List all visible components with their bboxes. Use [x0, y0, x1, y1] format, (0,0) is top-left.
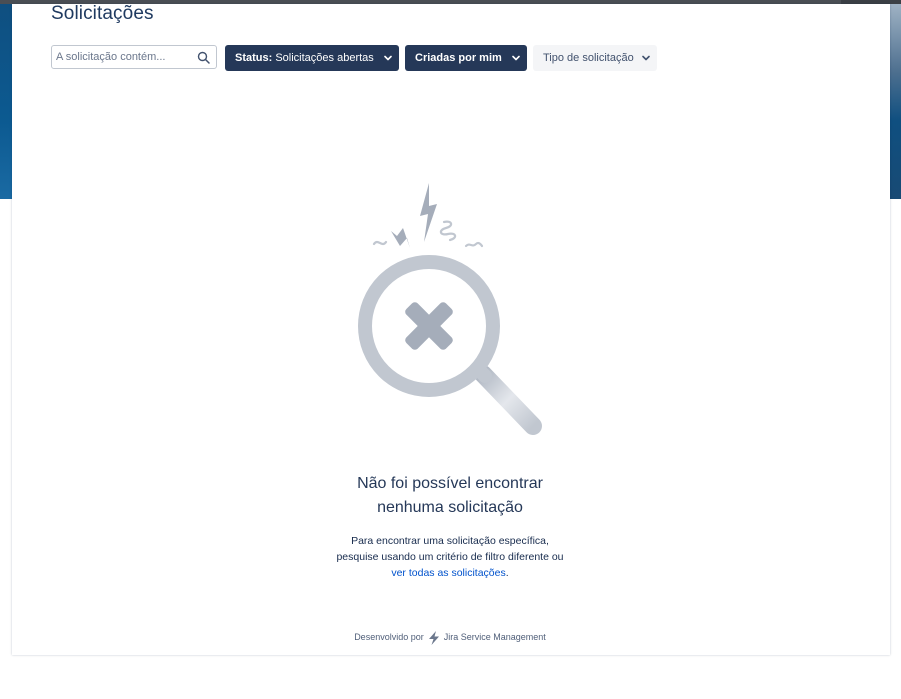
empty-desc-suffix: .	[505, 567, 509, 579]
jira-bolt-icon	[429, 630, 440, 645]
page-bottom	[0, 655, 901, 699]
empty-state-description: Para encontrar uma solicitação específic…	[300, 533, 600, 581]
empty-desc-line2: pesquise usando um critério de filtro di…	[336, 551, 564, 563]
created-by-filter-button[interactable]: Criadas por mim	[405, 45, 527, 71]
powered-by-product: Jira Service Management	[443, 632, 546, 642]
search-input[interactable]	[56, 49, 191, 65]
powered-by-label: Desenvolvido por	[354, 632, 424, 642]
chevron-down-icon	[384, 55, 392, 61]
request-type-filter-button[interactable]: Tipo de solicitação	[533, 45, 657, 71]
empty-desc-line1: Para encontrar uma solicitação específic…	[351, 535, 549, 547]
page-title: Solicitações	[51, 3, 154, 24]
chevron-down-icon	[642, 55, 650, 61]
magnifier-no-results-illustration	[358, 183, 542, 435]
chevron-down-icon	[512, 55, 520, 61]
empty-title-line2: nenhuma solicitação	[377, 499, 523, 516]
powered-by-footer: Desenvolvido por Jira Service Management	[250, 630, 650, 645]
search-icon[interactable]	[197, 51, 210, 64]
empty-state-title: Não foi possível encontrar nenhuma solic…	[270, 472, 630, 520]
request-type-label: Tipo de solicitação	[543, 52, 634, 64]
search-field[interactable]	[51, 45, 217, 69]
status-filter-button[interactable]: Status: Solicitações abertas	[225, 45, 399, 71]
empty-title-line1: Não foi possível encontrar	[357, 475, 543, 492]
created-by-label: Criadas por mim	[415, 52, 502, 64]
status-filter-value: Solicitações abertas	[275, 52, 374, 64]
view-all-requests-link[interactable]: ver todas as solicitações	[391, 567, 505, 579]
status-filter-prefix: Status:	[235, 52, 273, 64]
